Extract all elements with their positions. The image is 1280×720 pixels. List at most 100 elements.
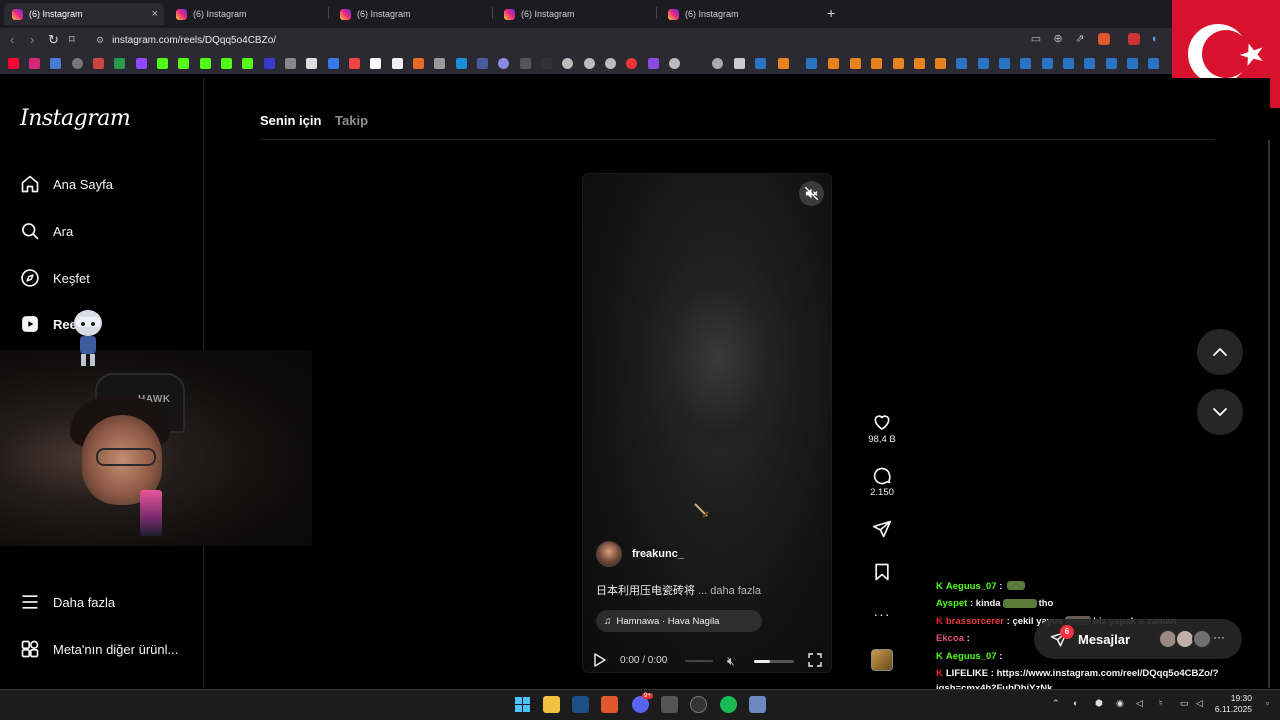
previous-reel-button[interactable] (1197, 329, 1243, 375)
app-icon[interactable] (661, 696, 678, 713)
site-settings-icon[interactable]: ⚙ (96, 35, 104, 46)
save-button[interactable] (866, 562, 898, 584)
file-explorer-icon[interactable] (543, 696, 560, 713)
youtube-bookmark-icon[interactable] (8, 58, 19, 69)
bookmark-icon[interactable]: ⌑ (69, 32, 75, 48)
steam-bookmark-icon[interactable] (806, 58, 817, 69)
bookmark-icon[interactable] (456, 58, 467, 69)
browser-tab[interactable]: (6) Instagram (332, 3, 492, 25)
caption-more-link[interactable]: ... daha fazla (695, 585, 761, 597)
instagram-logo[interactable]: Instagram (20, 106, 131, 131)
twitch-bookmark-icon[interactable] (136, 58, 147, 69)
sidebar-item-explore[interactable]: Keşfet (20, 268, 90, 288)
author-username[interactable]: freakunc_ (632, 548, 684, 560)
kick-bookmark-icon[interactable] (178, 58, 189, 69)
bookmark-icon[interactable] (871, 58, 882, 69)
brave-browser-icon[interactable] (601, 696, 618, 713)
gmail-bookmark-icon[interactable] (93, 58, 104, 69)
tab-close-icon[interactable]: × (152, 8, 158, 20)
reel-video[interactable] (582, 173, 832, 673)
brave-shield-icon[interactable] (1098, 33, 1110, 45)
steam-bookmark-icon[interactable] (1084, 58, 1095, 69)
bookmark-icon[interactable] (498, 58, 509, 69)
volume-muted-icon[interactable]: 🔇︎ (727, 654, 735, 669)
bookmark-icon[interactable] (562, 58, 573, 69)
tray-speaker-icon[interactable]: ◁ (1136, 698, 1143, 709)
music-pill[interactable]: ♫ Hamnawa · Hava Nagila (596, 610, 762, 632)
steam-bookmark-icon[interactable] (999, 58, 1010, 69)
folder-icon[interactable] (734, 58, 745, 69)
page-scrollbar[interactable] (1268, 140, 1270, 688)
tray-mic-icon[interactable]: ♮ (1159, 698, 1162, 709)
bookmark-icon[interactable] (712, 58, 723, 69)
kick-bookmark-icon[interactable] (200, 58, 211, 69)
share-button[interactable] (866, 519, 898, 541)
bookmark-icon[interactable] (370, 58, 381, 69)
tray-icon[interactable]: ⬢ (1095, 698, 1103, 709)
browser-tab[interactable]: (6) Instagram (168, 3, 328, 25)
mute-button[interactable] (799, 181, 824, 206)
x-bookmark-icon[interactable] (306, 58, 317, 69)
bookmark-icon[interactable] (477, 58, 488, 69)
drive-bookmark-icon[interactable] (114, 58, 125, 69)
audio-icon[interactable]: ◖ (1148, 33, 1160, 45)
more-options-icon[interactable]: ··· (866, 606, 898, 622)
bookmark-icon[interactable] (914, 58, 925, 69)
browser-tab[interactable]: (6) Instagram × (4, 3, 164, 25)
browser-tab[interactable]: (6) Instagram (660, 3, 820, 25)
like-button[interactable]: 98,4 B (866, 412, 898, 445)
tray-steam-icon[interactable]: ◉ (1116, 698, 1124, 709)
kick-bookmark-icon[interactable] (157, 58, 168, 69)
share-icon[interactable]: ⇗ (1074, 33, 1086, 45)
bookmark-icon[interactable] (413, 58, 424, 69)
bookmark-icon[interactable] (285, 58, 296, 69)
tab-following[interactable]: Takip (335, 113, 368, 128)
steam-bookmark-icon[interactable] (1148, 58, 1159, 69)
url-field[interactable]: ⚙ instagram.com/reels/DQqq5o4CBZo/ (88, 30, 1028, 50)
bookmark-icon[interactable] (541, 58, 552, 69)
bookmark-icon[interactable] (850, 58, 861, 69)
extension-icon[interactable] (1128, 33, 1140, 45)
steam-bookmark-icon[interactable] (1106, 58, 1117, 69)
app-icon[interactable] (749, 696, 766, 713)
bookmark-icon[interactable] (778, 58, 789, 69)
bookmark-icon[interactable] (242, 58, 253, 69)
bookmark-icon[interactable] (605, 58, 616, 69)
spotify-icon[interactable] (720, 696, 737, 713)
steam-bookmark-icon[interactable] (1042, 58, 1053, 69)
steam-bookmark-icon[interactable] (1063, 58, 1074, 69)
bookmark-icon[interactable] (669, 58, 680, 69)
volume-slider[interactable] (754, 660, 794, 663)
tab-for-you[interactable]: Senin için (260, 113, 321, 128)
steam-bookmark-icon[interactable] (1020, 58, 1031, 69)
fullscreen-icon[interactable] (808, 653, 822, 667)
bookmark-icon[interactable] (50, 58, 61, 69)
bookmark-icon[interactable] (328, 58, 339, 69)
sidebar-item-home[interactable]: Ana Sayfa (20, 174, 113, 194)
forward-icon[interactable]: › (30, 32, 34, 48)
progress-bar[interactable] (685, 660, 713, 662)
screen-icon[interactable]: ▭ (1030, 33, 1042, 45)
system-clock[interactable]: 19:30 6.11.2025 (1212, 693, 1252, 715)
bookmark-icon[interactable] (893, 58, 904, 69)
bookmark-icon[interactable] (349, 58, 360, 69)
sidebar-item-meta-apps[interactable]: Meta'nın diğer ürünl... (20, 639, 178, 659)
tray-icon[interactable]: ◐ (1073, 698, 1078, 708)
windows-start-icon[interactable] (514, 696, 531, 713)
sidebar-item-search[interactable]: Ara (20, 221, 73, 241)
obs-icon[interactable] (690, 696, 707, 713)
tray-chevron-icon[interactable]: ⌃ (1052, 698, 1060, 709)
new-tab-button[interactable]: + (827, 5, 835, 21)
more-options-icon[interactable]: ··· (1213, 630, 1225, 644)
bookmark-icon[interactable] (520, 58, 531, 69)
comment-button[interactable]: 2.150 (866, 465, 898, 498)
steam-bookmark-icon[interactable] (755, 58, 766, 69)
bookmark-icon[interactable] (626, 58, 637, 69)
steam-bookmark-icon[interactable] (1127, 58, 1138, 69)
reload-icon[interactable]: ↻ (48, 32, 59, 48)
instagram-bookmark-icon[interactable] (29, 58, 40, 69)
bookmark-icon[interactable] (264, 58, 275, 69)
bookmark-icon[interactable] (221, 58, 232, 69)
sidebar-item-more[interactable]: Daha fazla (20, 592, 115, 612)
play-icon[interactable] (592, 653, 606, 667)
